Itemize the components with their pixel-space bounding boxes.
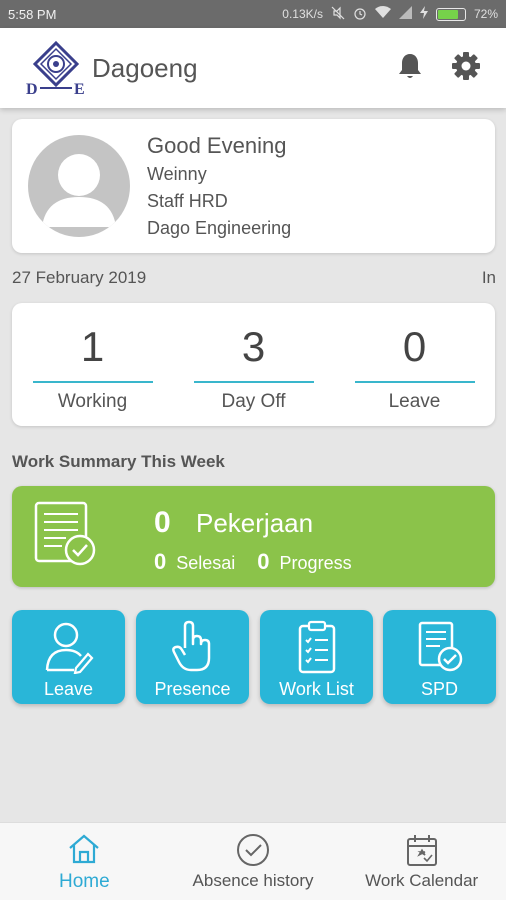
spd-button[interactable]: SPD <box>383 610 496 704</box>
stat-underline <box>193 381 314 383</box>
current-date: 27 February 2019 <box>12 268 147 287</box>
leave-button[interactable]: Leave <box>12 610 125 704</box>
nav-label: Home <box>58 871 110 892</box>
stat-label: Working <box>57 391 128 412</box>
battery-percent: 72% <box>473 7 498 21</box>
clipboard-list-icon <box>260 620 373 676</box>
status-bar: 5:58 PM 0.13K/s 72% <box>0 0 506 28</box>
nav-home[interactable]: Home <box>0 823 169 900</box>
stat-underline <box>32 381 153 383</box>
work-list-button[interactable]: Work List <box>260 610 373 704</box>
user-edit-icon <box>12 620 125 676</box>
calendar-icon <box>337 833 506 867</box>
work-summary-card[interactable]: 0 Pekerjaan 0 Selesai 0 Progress <box>12 486 495 587</box>
document-check-icon <box>383 620 496 676</box>
stat-value: 3 <box>241 323 266 370</box>
menu-label: Presence <box>154 679 231 699</box>
bottom-navigation: Home Absence history Work Calendar <box>0 822 506 900</box>
nav-work-calendar[interactable]: Work Calendar <box>337 823 506 900</box>
company-logo: D E <box>22 40 90 98</box>
battery-icon <box>435 7 466 21</box>
mute-icon <box>331 6 345 23</box>
wifi-icon <box>374 6 391 22</box>
signal-icon <box>398 6 412 22</box>
app-bar: D E Dagoeng <box>0 28 506 108</box>
check-circle-icon <box>169 833 338 867</box>
gear-icon <box>451 51 481 86</box>
user-name: Weinny <box>147 164 207 184</box>
user-company: Dago Engineering <box>147 218 292 238</box>
user-position: Staff HRD <box>147 191 228 211</box>
charging-icon <box>419 6 428 22</box>
done-label: Selesai <box>176 553 236 573</box>
greeting-text: Good Evening <box>147 133 287 158</box>
stat-value: 1 <box>80 323 105 370</box>
total-jobs-label: Pekerjaan <box>196 508 314 538</box>
nav-label: Absence history <box>192 871 314 890</box>
status-time: 5:58 PM <box>8 6 57 22</box>
stat-label: Leave <box>388 391 441 412</box>
stat-underline <box>354 381 475 383</box>
date-row: 27 February 2019 In <box>12 268 496 288</box>
net-speed: 0.13K/s <box>282 7 323 21</box>
progress-label: Progress <box>279 553 352 573</box>
task-list-icon <box>32 500 98 573</box>
attendance-stats-card: 1 Working 3 Day Off 0 Leave <box>12 303 495 426</box>
menu-label: Leave <box>43 679 94 699</box>
done-value: 0 <box>154 549 167 574</box>
notifications-button[interactable] <box>388 46 432 90</box>
nav-label: Work Calendar <box>365 871 479 890</box>
section-title: Work Summary This Week <box>12 452 225 471</box>
avatar <box>28 135 130 237</box>
stat-working: 1 Working <box>12 303 173 426</box>
alarm-icon <box>353 6 367 23</box>
presence-button[interactable]: Presence <box>136 610 249 704</box>
home-icon <box>0 833 169 865</box>
app-title: Dagoeng <box>92 52 198 83</box>
progress-value: 0 <box>257 549 270 574</box>
hand-pointer-icon <box>136 620 249 676</box>
settings-button[interactable] <box>444 46 488 90</box>
stat-label: Day Off <box>221 391 286 412</box>
profile-card: Good Evening Weinny Staff HRD Dago Engin… <box>12 119 495 253</box>
svg-text:D: D <box>26 81 38 96</box>
nav-absence-history[interactable]: Absence history <box>169 823 338 900</box>
svg-text:E: E <box>74 81 85 96</box>
total-jobs-value: 0 <box>154 506 171 539</box>
bell-icon <box>397 52 423 85</box>
attendance-status: In <box>481 268 496 287</box>
menu-label: SPD <box>420 679 458 699</box>
menu-label: Work List <box>279 679 354 699</box>
stat-value: 0 <box>402 323 427 370</box>
stat-day-off: 3 Day Off <box>173 303 334 426</box>
stat-leave: 0 Leave <box>334 303 495 426</box>
